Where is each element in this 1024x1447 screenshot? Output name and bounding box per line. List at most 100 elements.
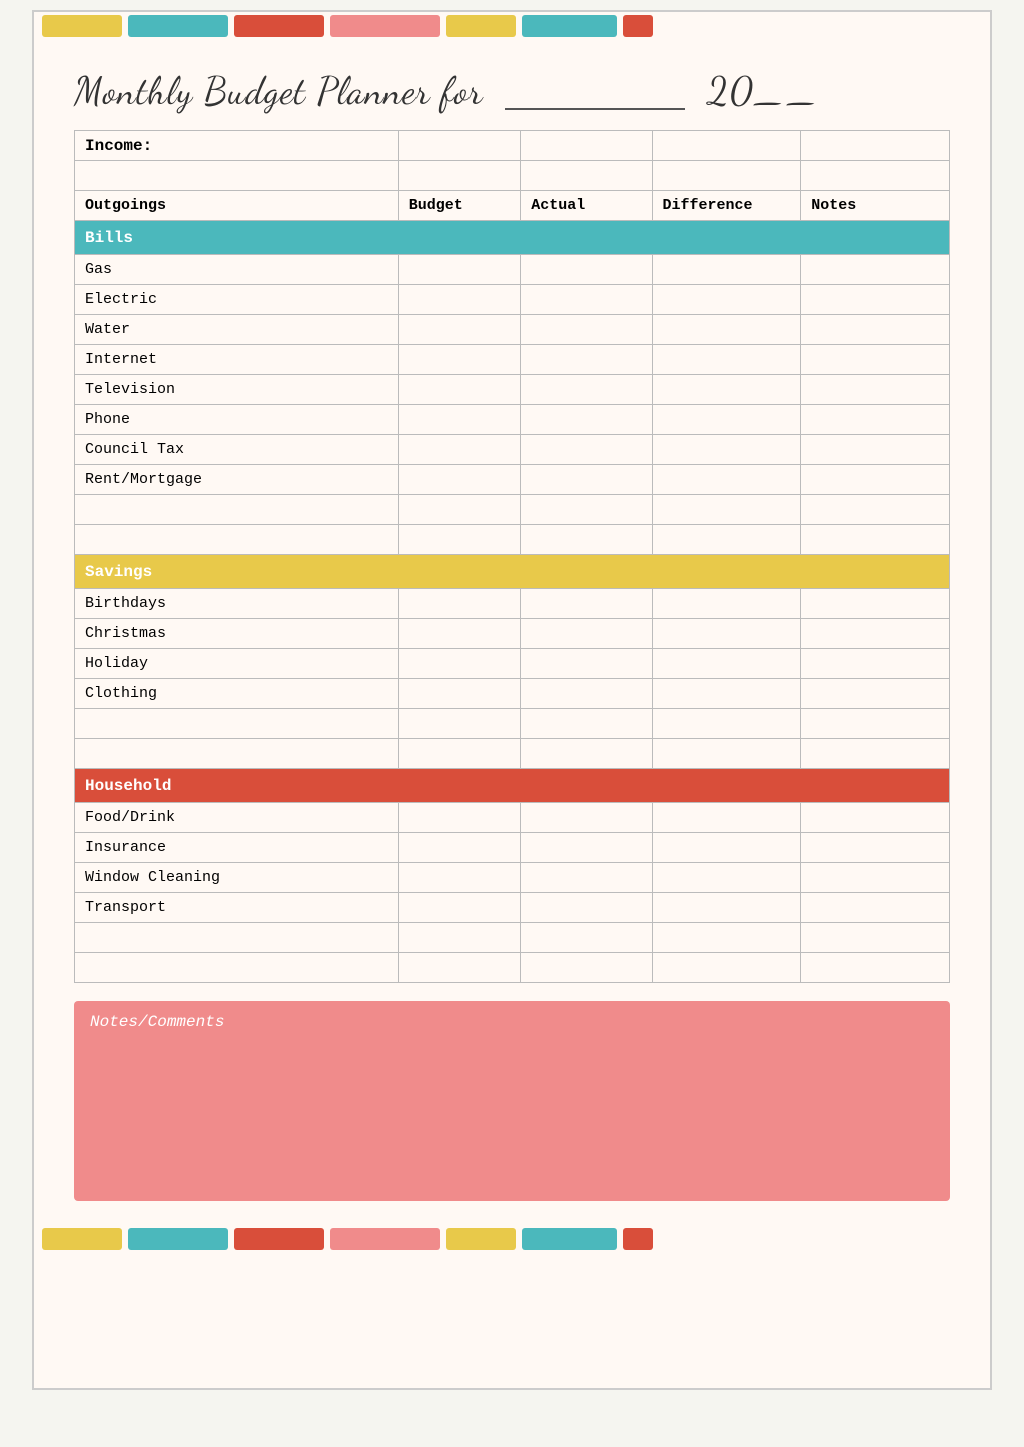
- diff-cell[interactable]: [652, 255, 801, 285]
- actual-cell[interactable]: [521, 803, 652, 833]
- row-label: Rent/Mortgage: [75, 465, 399, 495]
- diff-cell[interactable]: [652, 525, 801, 555]
- actual-cell[interactable]: [521, 495, 652, 525]
- budget-cell[interactable]: [398, 923, 521, 953]
- budget-cell[interactable]: [398, 465, 521, 495]
- budget-cell[interactable]: [398, 495, 521, 525]
- notes-section: Notes/Comments: [74, 1001, 950, 1201]
- actual-cell[interactable]: [521, 679, 652, 709]
- actual-cell[interactable]: [521, 893, 652, 923]
- notes-cell[interactable]: [801, 863, 950, 893]
- budget-cell[interactable]: [398, 863, 521, 893]
- actual-cell[interactable]: [521, 375, 652, 405]
- actual-cell[interactable]: [521, 619, 652, 649]
- notes-cell[interactable]: [801, 953, 950, 983]
- income-budget[interactable]: [398, 131, 521, 161]
- income-diff[interactable]: [652, 131, 801, 161]
- notes-cell[interactable]: [801, 255, 950, 285]
- budget-cell[interactable]: [398, 679, 521, 709]
- actual-cell[interactable]: [521, 465, 652, 495]
- notes-cell[interactable]: [801, 709, 950, 739]
- actual-cell[interactable]: [521, 923, 652, 953]
- diff-cell[interactable]: [652, 285, 801, 315]
- actual-cell[interactable]: [521, 649, 652, 679]
- actual-cell[interactable]: [521, 953, 652, 983]
- diff-cell[interactable]: [652, 435, 801, 465]
- notes-cell[interactable]: [801, 495, 950, 525]
- diff-cell[interactable]: [652, 345, 801, 375]
- diff-cell[interactable]: [652, 923, 801, 953]
- diff-cell[interactable]: [652, 863, 801, 893]
- diff-cell[interactable]: [652, 649, 801, 679]
- diff-cell[interactable]: [652, 893, 801, 923]
- bar-block-6: [623, 15, 653, 37]
- budget-cell[interactable]: [398, 649, 521, 679]
- actual-cell[interactable]: [521, 285, 652, 315]
- notes-cell[interactable]: [801, 679, 950, 709]
- actual-cell[interactable]: [521, 525, 652, 555]
- budget-cell[interactable]: [398, 739, 521, 769]
- diff-cell[interactable]: [652, 465, 801, 495]
- actual-cell[interactable]: [521, 315, 652, 345]
- actual-cell[interactable]: [521, 863, 652, 893]
- budget-cell[interactable]: [398, 525, 521, 555]
- budget-cell[interactable]: [398, 953, 521, 983]
- actual-cell[interactable]: [521, 255, 652, 285]
- bar-block-5: [522, 15, 617, 37]
- notes-cell[interactable]: [801, 345, 950, 375]
- notes-cell[interactable]: [801, 803, 950, 833]
- notes-cell[interactable]: [801, 525, 950, 555]
- actual-cell[interactable]: [521, 709, 652, 739]
- notes-cell[interactable]: [801, 285, 950, 315]
- actual-cell[interactable]: [521, 405, 652, 435]
- diff-cell[interactable]: [652, 739, 801, 769]
- notes-cell[interactable]: [801, 315, 950, 345]
- budget-cell[interactable]: [398, 833, 521, 863]
- actual-cell[interactable]: [521, 739, 652, 769]
- diff-cell[interactable]: [652, 679, 801, 709]
- row-label: Gas: [75, 255, 399, 285]
- budget-cell[interactable]: [398, 315, 521, 345]
- diff-cell[interactable]: [652, 709, 801, 739]
- notes-cell[interactable]: [801, 405, 950, 435]
- table-row: Transport: [75, 893, 950, 923]
- notes-cell[interactable]: [801, 739, 950, 769]
- diff-cell[interactable]: [652, 589, 801, 619]
- diff-cell[interactable]: [652, 953, 801, 983]
- table-row: Birthdays: [75, 589, 950, 619]
- budget-cell[interactable]: [398, 255, 521, 285]
- bar-block-3: [330, 15, 440, 37]
- notes-cell[interactable]: [801, 649, 950, 679]
- notes-cell[interactable]: [801, 375, 950, 405]
- notes-cell[interactable]: [801, 893, 950, 923]
- diff-cell[interactable]: [652, 619, 801, 649]
- diff-cell[interactable]: [652, 495, 801, 525]
- budget-cell[interactable]: [398, 285, 521, 315]
- budget-cell[interactable]: [398, 345, 521, 375]
- notes-cell[interactable]: [801, 923, 950, 953]
- budget-cell[interactable]: [398, 619, 521, 649]
- budget-cell[interactable]: [398, 709, 521, 739]
- diff-cell[interactable]: [652, 315, 801, 345]
- income-actual[interactable]: [521, 131, 652, 161]
- diff-cell[interactable]: [652, 375, 801, 405]
- notes-cell[interactable]: [801, 465, 950, 495]
- budget-cell[interactable]: [398, 375, 521, 405]
- budget-cell[interactable]: [398, 405, 521, 435]
- actual-cell[interactable]: [521, 435, 652, 465]
- budget-cell[interactable]: [398, 893, 521, 923]
- diff-cell[interactable]: [652, 833, 801, 863]
- notes-cell[interactable]: [801, 589, 950, 619]
- actual-cell[interactable]: [521, 833, 652, 863]
- diff-cell[interactable]: [652, 405, 801, 435]
- budget-cell[interactable]: [398, 803, 521, 833]
- diff-cell[interactable]: [652, 803, 801, 833]
- income-notes[interactable]: [801, 131, 950, 161]
- budget-cell[interactable]: [398, 589, 521, 619]
- notes-cell[interactable]: [801, 619, 950, 649]
- actual-cell[interactable]: [521, 345, 652, 375]
- budget-cell[interactable]: [398, 435, 521, 465]
- actual-cell[interactable]: [521, 589, 652, 619]
- notes-cell[interactable]: [801, 435, 950, 465]
- notes-cell[interactable]: [801, 833, 950, 863]
